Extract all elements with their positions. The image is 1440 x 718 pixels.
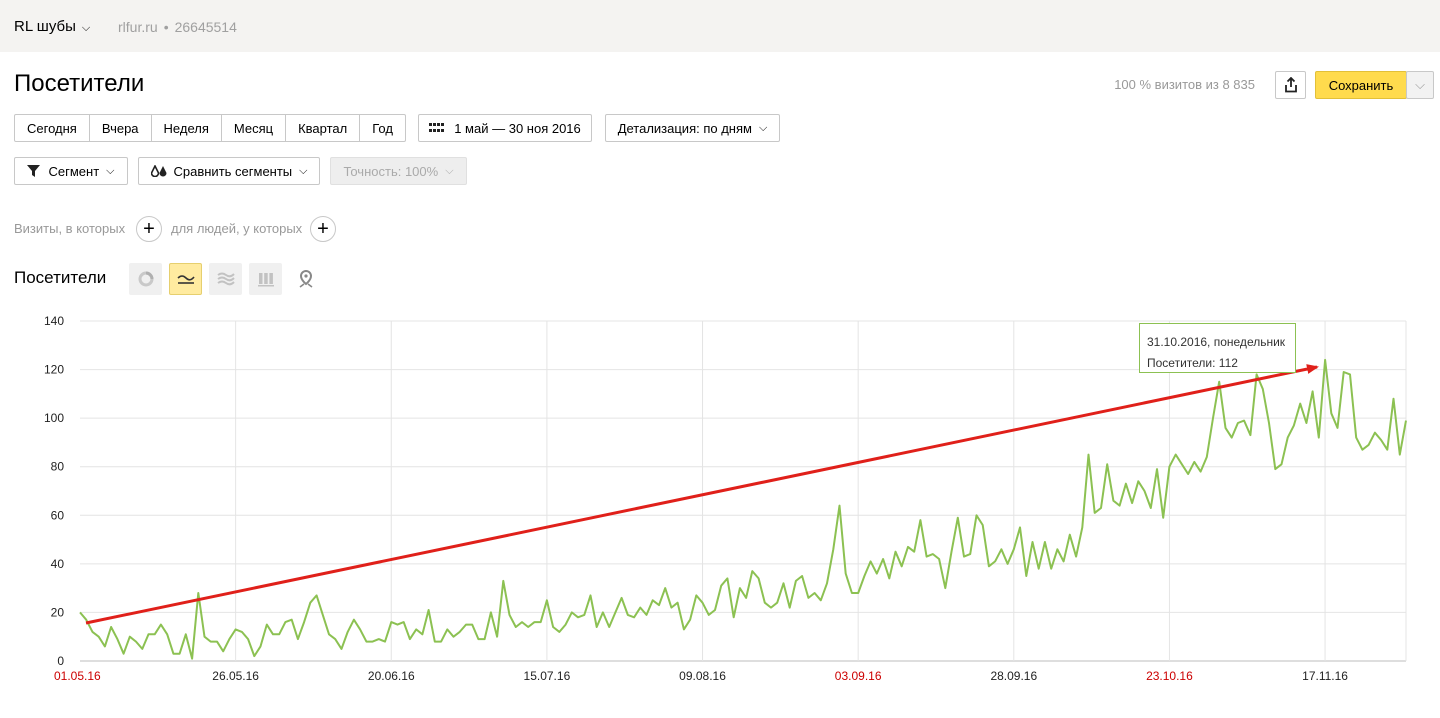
- x-tick-label: 09.08.16: [679, 669, 726, 683]
- segment-button[interactable]: Сегмент ⌵: [14, 157, 128, 185]
- x-tick-label: 03.09.16: [835, 669, 882, 683]
- y-tick-label: 60: [51, 508, 65, 522]
- line-chart-icon: [176, 275, 195, 284]
- tooltip-date: 31.10.2016, понедельник: [1147, 335, 1286, 349]
- save-button[interactable]: Сохранить: [1315, 71, 1407, 99]
- x-tick-label: 23.10.16: [1146, 669, 1193, 683]
- x-axis-labels: 01.05.16 26.05.16 20.06.16 15.07.16 09.08.16…: [54, 669, 1348, 683]
- detail-dropdown[interactable]: Детализация: по дням ⌵: [605, 114, 780, 142]
- period-month[interactable]: Месяц: [220, 114, 287, 142]
- date-range-label: 1 май — 30 ноя 2016: [454, 120, 581, 136]
- chevron-down-icon: ⌵: [1415, 77, 1425, 92]
- y-tick-label: 100: [44, 411, 64, 425]
- visits-condition-label: Визиты, в которых: [14, 221, 126, 236]
- share-icon: [1284, 77, 1297, 93]
- chevron-down-icon: ⌵: [299, 164, 308, 177]
- chart-tooltip: 31.10.2016, понедельник Посетители: 112: [1139, 323, 1296, 373]
- chevron-down-icon: ⌵: [106, 164, 115, 177]
- y-tick-label: 20: [51, 605, 65, 619]
- pie-chart-icon: [138, 271, 153, 287]
- people-condition-label: для людей, у которых: [171, 221, 303, 236]
- separator: •: [163, 19, 169, 35]
- period-week[interactable]: Неделя: [150, 114, 222, 142]
- period-today[interactable]: Сегодня: [14, 114, 90, 142]
- tooltip-value: Посетители: 112: [1147, 356, 1238, 370]
- y-tick-label: 80: [51, 460, 65, 474]
- chart-type-map[interactable]: [289, 263, 322, 295]
- y-axis-labels: 0 20 40 60 80 100 120 140: [44, 314, 64, 668]
- y-tick-label: 120: [44, 363, 64, 377]
- share-button[interactable]: [1275, 71, 1306, 99]
- map-icon: [299, 270, 312, 288]
- chart-type-area[interactable]: [209, 263, 242, 295]
- compare-label: Сравнить сегменты: [173, 163, 293, 179]
- calendar-icon: [429, 123, 445, 132]
- filter-icon: [27, 165, 41, 177]
- chart-type-bar[interactable]: [249, 263, 282, 295]
- plus-icon: +: [143, 218, 155, 240]
- y-tick-label: 40: [51, 557, 65, 571]
- counter-info: rlfur.ru • 26645514: [118, 19, 237, 35]
- y-tick-label: 0: [57, 654, 64, 668]
- add-visit-condition-button[interactable]: +: [136, 216, 162, 242]
- detail-label: Детализация: по дням: [617, 120, 752, 136]
- bar-chart-icon: [257, 273, 274, 287]
- period-year[interactable]: Год: [359, 114, 406, 142]
- visits-info: 100 % визитов из 8 835: [1114, 77, 1255, 92]
- page-title: Посетители: [14, 70, 145, 97]
- site-domain: rlfur.ru: [118, 19, 158, 35]
- counter-id: 26645514: [174, 19, 237, 35]
- x-tick-label: 20.06.16: [368, 669, 415, 683]
- chevron-down-icon: ⌵: [81, 22, 91, 34]
- chevron-down-icon: ⌵: [758, 121, 768, 134]
- date-range-button[interactable]: 1 май — 30 ноя 2016: [418, 114, 592, 142]
- area-chart-icon: [216, 272, 235, 286]
- save-options-button[interactable]: ⌵: [1406, 71, 1434, 99]
- add-people-condition-button[interactable]: +: [310, 216, 336, 242]
- compare-icon: [150, 165, 166, 177]
- counter-name: RL шубы: [14, 18, 76, 35]
- counter-selector[interactable]: RL шубы ⌵: [14, 18, 90, 35]
- chart-type-pie[interactable]: [129, 263, 162, 295]
- chart-type-line[interactable]: [169, 263, 202, 295]
- compare-segments-button[interactable]: Сравнить сегменты ⌵: [138, 157, 320, 185]
- period-quarter[interactable]: Квартал: [285, 114, 361, 142]
- chevron-down-icon: ⌵: [445, 164, 454, 177]
- period-selector: Сегодня Вчера Неделя Месяц Квартал Год: [14, 114, 406, 142]
- trend-arrow: [85, 364, 1319, 625]
- visitors-series-line: [79, 358, 1407, 660]
- x-tick-label: 26.05.16: [212, 669, 259, 683]
- accuracy-label: Точность: 100%: [343, 163, 439, 179]
- chart-title: Посетители: [14, 268, 107, 287]
- x-tick-label: 15.07.16: [524, 669, 571, 683]
- x-tick-label: 01.05.16: [54, 669, 101, 683]
- accuracy-dropdown[interactable]: Точность: 100% ⌵: [330, 157, 467, 185]
- plus-icon: +: [317, 218, 329, 240]
- y-tick-label: 140: [44, 314, 64, 328]
- period-yesterday[interactable]: Вчера: [88, 114, 152, 142]
- x-tick-label: 28.09.16: [990, 669, 1037, 683]
- x-tick-label: 17.11.16: [1302, 669, 1348, 683]
- segment-label: Сегмент: [48, 163, 100, 179]
- top-bar: RL шубы ⌵ rlfur.ru • 26645514: [0, 0, 1440, 52]
